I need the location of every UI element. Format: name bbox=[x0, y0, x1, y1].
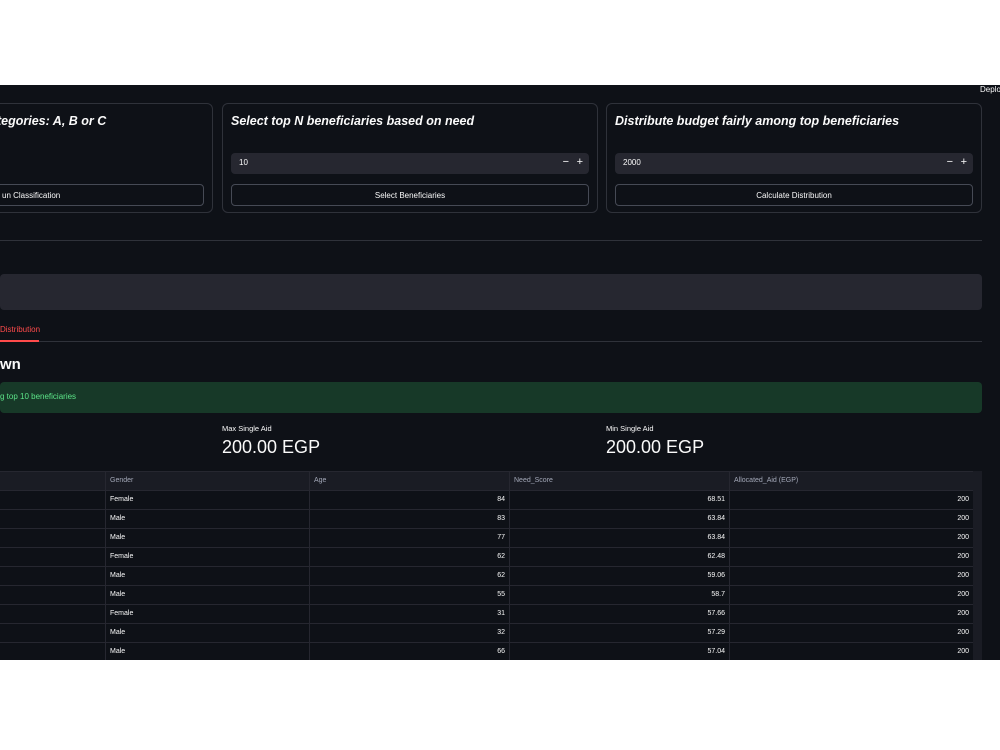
top-n-input[interactable]: 10 − + bbox=[231, 153, 589, 174]
table-cell: 57.66 bbox=[510, 605, 730, 624]
distribute-budget-card: Distribute budget fairly among top benef… bbox=[606, 103, 982, 213]
tab-bar-border bbox=[0, 341, 982, 342]
increment-icon[interactable]: + bbox=[961, 156, 967, 168]
table-cell: 200 bbox=[957, 496, 969, 503]
budget-value: 2000 bbox=[623, 158, 641, 167]
active-tab-indicator bbox=[0, 340, 39, 342]
table-cell bbox=[0, 510, 106, 529]
select-beneficiaries-title: Select top N beneficiaries based on need bbox=[231, 114, 475, 128]
info-panel bbox=[0, 274, 982, 310]
table-row: Male 32 57.29 200 bbox=[0, 624, 973, 643]
table-cell bbox=[0, 567, 106, 586]
table-header-row: Gender Age Need_Score Allocated_Aid (EGP… bbox=[0, 472, 973, 491]
table-row: Female 31 57.66 200 bbox=[0, 605, 973, 624]
table-scrollbar[interactable] bbox=[973, 471, 982, 660]
table-cell: Male bbox=[106, 586, 310, 605]
table-cell: 66 bbox=[310, 643, 510, 660]
top-n-value: 10 bbox=[239, 158, 248, 167]
table-cell: 58.7 bbox=[510, 586, 730, 605]
table-row: Male 66 57.04 200 bbox=[0, 643, 973, 660]
classification-card: tegories: A, B or C un Classification bbox=[0, 103, 213, 213]
table-row: Female 62 62.48 200 bbox=[0, 548, 973, 567]
table-cell: 200 bbox=[957, 591, 969, 598]
table-cell: 57.04 bbox=[510, 643, 730, 660]
column-header[interactable] bbox=[0, 472, 106, 491]
table-cell: 62 bbox=[310, 567, 510, 586]
success-alert: g top 10 beneficiaries bbox=[0, 382, 982, 413]
table-cell: 63.84 bbox=[510, 529, 730, 548]
decrement-icon[interactable]: − bbox=[563, 156, 569, 168]
select-beneficiaries-card: Select top N beneficiaries based on need… bbox=[222, 103, 598, 213]
distribute-budget-title: Distribute budget fairly among top benef… bbox=[615, 114, 900, 128]
table-row: Male 83 63.84 200 bbox=[0, 510, 973, 529]
table-row: Male 55 58.7 200 bbox=[0, 586, 973, 605]
table-cell: Male bbox=[106, 643, 310, 660]
deploy-button[interactable]: Deplo bbox=[980, 85, 1000, 94]
table-cell: 32 bbox=[310, 624, 510, 643]
table-row: Male 77 63.84 200 bbox=[0, 529, 973, 548]
decrement-icon[interactable]: − bbox=[947, 156, 953, 168]
table-cell: 68.51 bbox=[510, 491, 730, 510]
budget-input[interactable]: 2000 − + bbox=[615, 153, 973, 174]
table-cell: 55 bbox=[310, 586, 510, 605]
success-alert-text: g top 10 beneficiaries bbox=[0, 392, 77, 401]
section-title: wn bbox=[0, 356, 21, 373]
table-cell: 200 bbox=[957, 553, 969, 560]
table-row: Female 84 68.51 200 bbox=[0, 491, 973, 510]
column-header-allocated-aid[interactable]: Allocated_Aid (EGP) bbox=[730, 472, 973, 491]
run-classification-label: un Classification bbox=[2, 190, 61, 200]
table-cell: 57.29 bbox=[510, 624, 730, 643]
table-cell: 77 bbox=[310, 529, 510, 548]
column-header-age[interactable]: Age bbox=[310, 472, 510, 491]
table-cell bbox=[0, 491, 106, 510]
metric-max-value: 200.00 EGP bbox=[222, 437, 321, 457]
table-cell: 63.84 bbox=[510, 510, 730, 529]
table-cell: Male bbox=[106, 510, 310, 529]
table-cell: Male bbox=[106, 567, 310, 586]
table-cell: 200 bbox=[957, 534, 969, 541]
section-divider bbox=[0, 240, 982, 241]
run-classification-button[interactable]: un Classification bbox=[0, 184, 204, 206]
table-cell: 62 bbox=[310, 548, 510, 567]
table-cell: Female bbox=[106, 548, 310, 567]
table-cell bbox=[0, 624, 106, 643]
metric-min-value: 200.00 EGP bbox=[606, 437, 705, 457]
table-cell: 200 bbox=[957, 648, 969, 655]
calculate-distribution-button[interactable]: Calculate Distribution bbox=[615, 184, 973, 206]
table-cell: 83 bbox=[310, 510, 510, 529]
table-cell bbox=[0, 548, 106, 567]
table-cell bbox=[0, 529, 106, 548]
table-cell: 84 bbox=[310, 491, 510, 510]
table-row: Male 62 59.06 200 bbox=[0, 567, 973, 586]
table-cell: 200 bbox=[957, 515, 969, 522]
table-cell: 62.48 bbox=[510, 548, 730, 567]
table-cell: Female bbox=[106, 605, 310, 624]
table-cell: 200 bbox=[957, 629, 969, 636]
classification-card-title: tegories: A, B or C bbox=[0, 114, 107, 128]
column-header-need-score[interactable]: Need_Score bbox=[510, 472, 730, 491]
table-cell: Male bbox=[106, 624, 310, 643]
table-cell: 59.06 bbox=[510, 567, 730, 586]
increment-icon[interactable]: + bbox=[577, 156, 583, 168]
column-header-gender[interactable]: Gender bbox=[106, 472, 310, 491]
tab-distribution[interactable]: Distribution bbox=[0, 325, 40, 334]
table-cell bbox=[0, 643, 106, 660]
table-cell: 200 bbox=[957, 610, 969, 617]
table-cell: 200 bbox=[957, 572, 969, 579]
metric-min-label: Min Single Aid bbox=[606, 424, 654, 433]
select-beneficiaries-button[interactable]: Select Beneficiaries bbox=[231, 184, 589, 206]
distribution-table: Gender Age Need_Score Allocated_Aid (EGP… bbox=[0, 471, 982, 660]
metric-max-label: Max Single Aid bbox=[222, 424, 272, 433]
table-cell: 31 bbox=[310, 605, 510, 624]
table-cell bbox=[0, 586, 106, 605]
app-container: Deplo tegories: A, B or C un Classificat… bbox=[0, 85, 1000, 660]
table-cell bbox=[0, 605, 106, 624]
table-cell: Female bbox=[106, 491, 310, 510]
table-cell: Male bbox=[106, 529, 310, 548]
